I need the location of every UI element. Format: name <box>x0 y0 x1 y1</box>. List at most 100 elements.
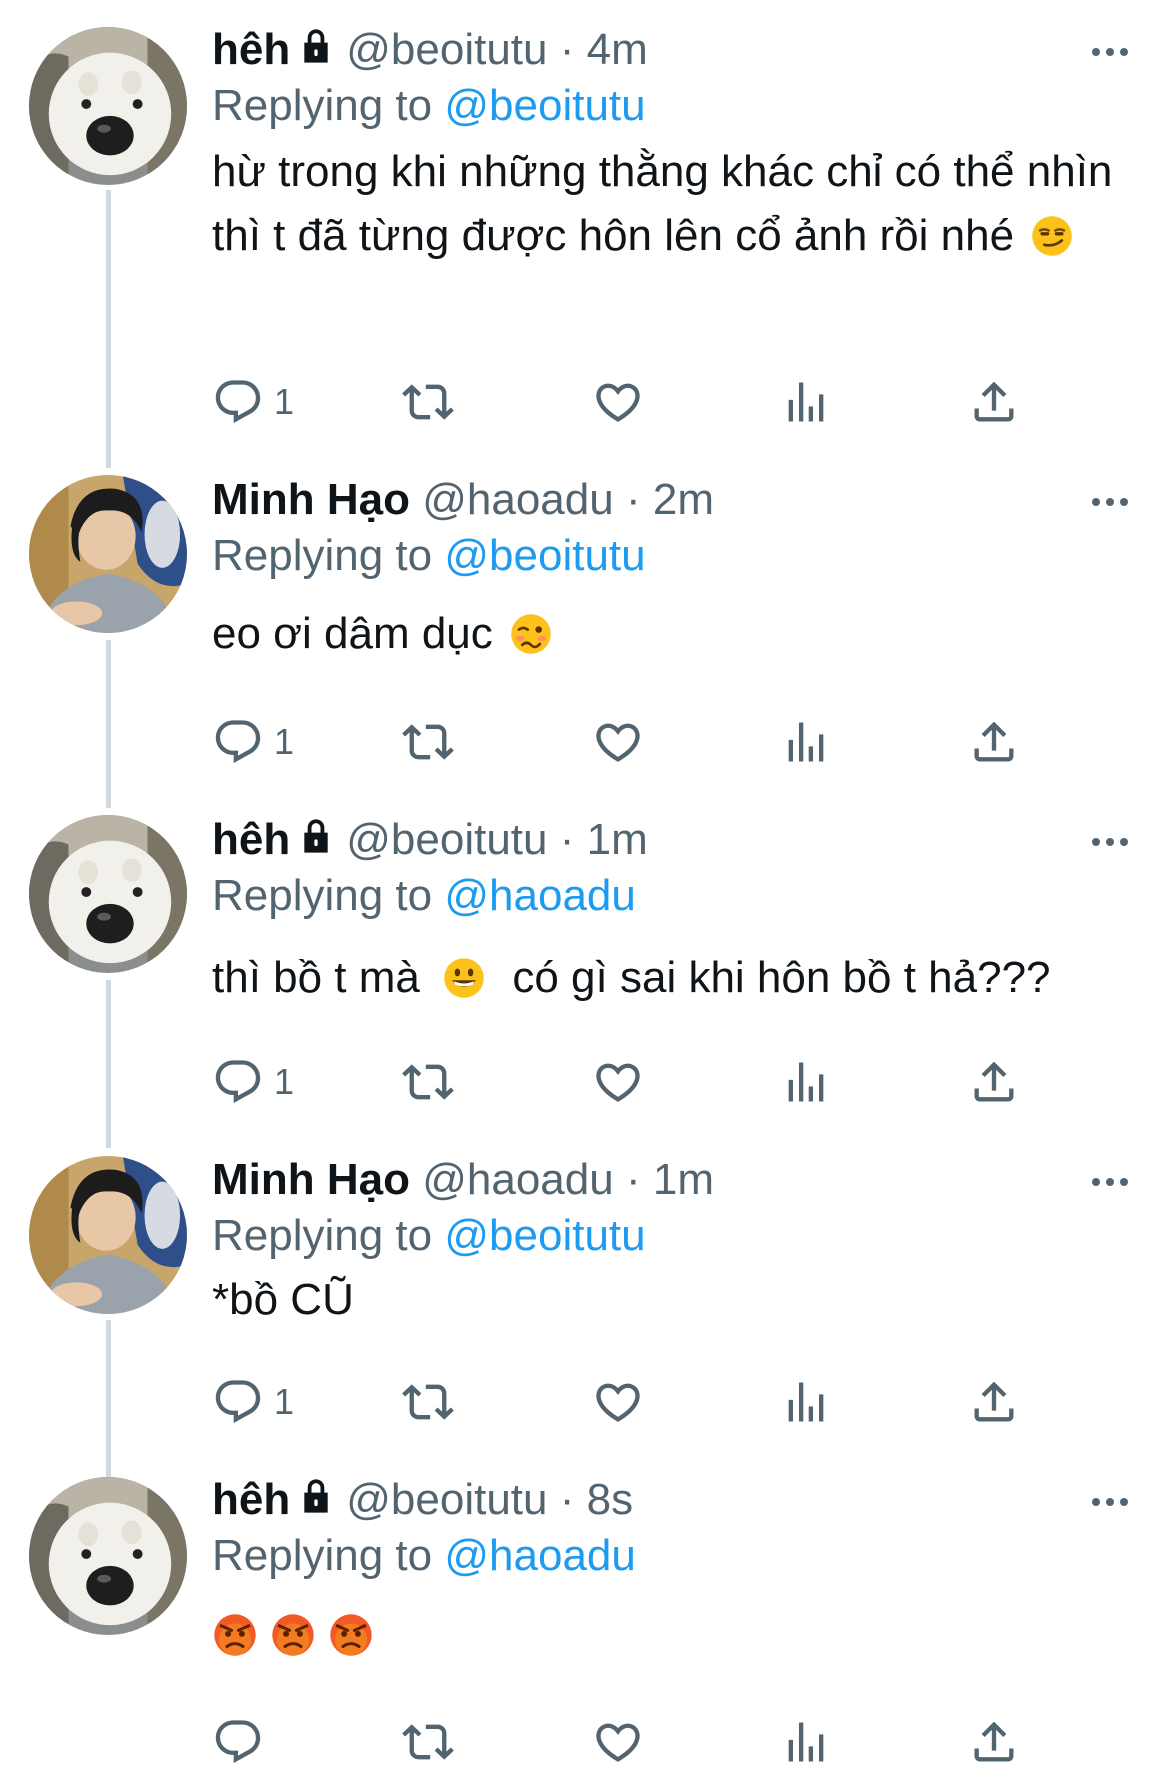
dog-avatar-image <box>29 1477 187 1635</box>
share-button[interactable] <box>968 1712 1020 1772</box>
retweet-button[interactable] <box>402 1372 454 1432</box>
avatar[interactable] <box>29 27 187 185</box>
views-icon <box>780 716 832 768</box>
views-icon <box>780 1716 832 1768</box>
reply-button[interactable]: 1 <box>212 1372 294 1432</box>
timestamp[interactable]: 1m <box>653 1155 714 1204</box>
views-button[interactable] <box>780 712 832 772</box>
retweet-button[interactable] <box>402 1052 454 1112</box>
like-icon <box>592 716 644 768</box>
separator: · <box>625 475 641 524</box>
user-handle[interactable]: @haoadu <box>422 475 614 524</box>
timestamp[interactable]: 8s <box>587 1475 633 1524</box>
separator: · <box>559 815 575 864</box>
display-name[interactable]: hêh <box>212 1475 290 1524</box>
avatar[interactable] <box>29 1477 187 1635</box>
views-icon <box>780 1376 832 1428</box>
timestamp[interactable]: 1m <box>587 815 648 864</box>
like-icon <box>592 1056 644 1108</box>
reply-icon <box>212 716 264 768</box>
timestamp[interactable]: 2m <box>653 475 714 524</box>
smirk-emoji-icon <box>1030 214 1074 258</box>
retweet-button[interactable] <box>402 372 454 432</box>
share-button[interactable] <box>968 372 1020 432</box>
reply-button[interactable]: 1 <box>212 372 294 432</box>
retweet-icon <box>402 716 454 768</box>
angry-emoji-icon <box>212 1612 258 1658</box>
views-button[interactable] <box>780 372 832 432</box>
lock-icon <box>296 26 336 66</box>
retweet-button[interactable] <box>402 1712 454 1772</box>
display-name[interactable]: Minh Hạo <box>212 1155 410 1204</box>
tweet[interactable]: hêh @beoitutu · 8s Replying to @haoadu <box>0 1450 1170 1779</box>
tweet[interactable]: Minh Hạo @haoadu · 1m Replying to @beoit… <box>0 1130 1170 1450</box>
views-button[interactable] <box>780 1712 832 1772</box>
replying-to-label: Replying to <box>212 1211 433 1260</box>
like-button[interactable] <box>592 712 644 772</box>
reply-mention[interactable]: @beoitutu <box>444 1211 645 1260</box>
grin-emoji-icon <box>442 956 486 1000</box>
avatar[interactable] <box>29 1156 187 1314</box>
dog-avatar-image <box>29 27 187 185</box>
action-bar <box>212 1712 1052 1772</box>
avatar[interactable] <box>29 475 187 633</box>
timestamp[interactable]: 4m <box>587 25 648 74</box>
tweet[interactable]: hêh @beoitutu · 1m Replying to @haoadu th… <box>0 790 1170 1130</box>
share-button[interactable] <box>968 712 1020 772</box>
tweet-text-content: *bồ CŨ <box>212 1275 354 1324</box>
reply-count: 1 <box>274 1381 295 1422</box>
separator: · <box>625 1155 641 1204</box>
user-handle[interactable]: @beoitutu <box>346 815 547 864</box>
angry-emoji-icon <box>270 1612 316 1658</box>
more-icon[interactable] <box>1090 1495 1130 1509</box>
reply-mention[interactable]: @haoadu <box>444 1531 636 1580</box>
dog-avatar-image <box>29 815 187 973</box>
tweet[interactable]: Minh Hạo @haoadu · 2m Replying to @beoit… <box>0 450 1170 790</box>
retweet-icon <box>402 376 454 428</box>
retweet-button[interactable] <box>402 712 454 772</box>
angry-emoji-icon <box>328 1612 374 1658</box>
avatar[interactable] <box>29 815 187 973</box>
tweet-text-part-1: thì bồ t mà <box>212 953 420 1002</box>
user-handle[interactable]: @haoadu <box>422 1155 614 1204</box>
profile-photo-image <box>29 475 187 633</box>
tweet-text: eo ơi dâm dục <box>212 602 1140 666</box>
views-icon <box>780 1056 832 1108</box>
like-button[interactable] <box>592 1372 644 1432</box>
user-handle[interactable]: @beoitutu <box>346 1475 547 1524</box>
reply-mention[interactable]: @beoitutu <box>444 531 645 580</box>
tweet-text-content: eo ơi dâm dục <box>212 609 493 658</box>
reply-mention[interactable]: @beoitutu <box>444 81 645 130</box>
display-name[interactable]: hêh <box>212 815 290 864</box>
display-name[interactable]: hêh <box>212 25 290 74</box>
more-icon[interactable] <box>1090 1175 1130 1189</box>
action-bar: 1 <box>212 1052 1052 1112</box>
more-icon[interactable] <box>1090 495 1130 509</box>
reply-button[interactable]: 1 <box>212 1052 294 1112</box>
reply-button[interactable]: 1 <box>212 712 294 772</box>
display-name[interactable]: Minh Hạo <box>212 475 410 524</box>
views-button[interactable] <box>780 1052 832 1112</box>
user-handle[interactable]: @beoitutu <box>346 25 547 74</box>
separator: · <box>559 25 575 74</box>
lock-icon <box>296 816 336 856</box>
more-icon[interactable] <box>1090 835 1130 849</box>
share-icon <box>968 1716 1020 1768</box>
tweet-text: hừ trong khi những thằng khác chỉ có thể… <box>212 140 1140 268</box>
views-button[interactable] <box>780 1372 832 1432</box>
reply-button[interactable] <box>212 1712 264 1772</box>
more-icon[interactable] <box>1090 45 1130 59</box>
like-button[interactable] <box>592 372 644 432</box>
share-icon <box>968 1376 1020 1428</box>
reply-count: 1 <box>274 721 295 762</box>
tweet[interactable]: hêh @beoitutu · 4m Replying to @beoitutu … <box>0 0 1170 450</box>
replying-to-label: Replying to <box>212 871 433 920</box>
like-button[interactable] <box>592 1712 644 1772</box>
lock-icon <box>296 1476 336 1516</box>
share-button[interactable] <box>968 1372 1020 1432</box>
like-button[interactable] <box>592 1052 644 1112</box>
reply-mention[interactable]: @haoadu <box>444 871 636 920</box>
retweet-icon <box>402 1056 454 1108</box>
share-button[interactable] <box>968 1052 1020 1112</box>
share-icon <box>968 1056 1020 1108</box>
